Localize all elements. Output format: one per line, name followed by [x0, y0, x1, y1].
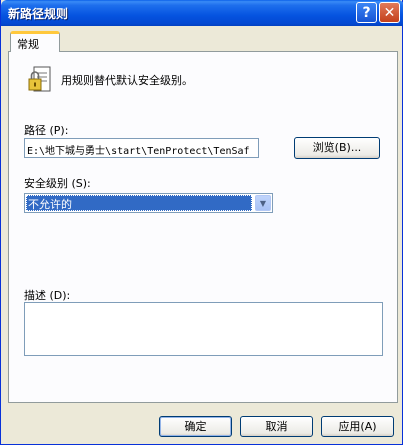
help-icon: ?: [362, 4, 371, 21]
security-level-label: 安全级别 (S):: [24, 177, 91, 190]
help-button[interactable]: ?: [356, 2, 377, 23]
security-level-select[interactable]: 不允许的 ▼: [24, 193, 273, 213]
description-label: 描述 (D):: [24, 289, 71, 302]
policy-document-lock-icon: [28, 66, 51, 92]
dialog-window: 新路径规则 ? ✕ 常规 用规则替代默认安全级别。 路径 (P): E:\地下城…: [0, 0, 403, 445]
security-level-value: 不允许的: [26, 195, 252, 211]
close-button[interactable]: ✕: [379, 2, 400, 23]
general-panel: 用规则替代默认安全级别。 路径 (P): E:\地下城与勇士\start\Ten…: [8, 51, 398, 403]
browse-button[interactable]: 浏览(B)...: [294, 137, 380, 159]
title-bar[interactable]: 新路径规则 ? ✕: [1, 0, 403, 26]
chevron-down-icon[interactable]: ▼: [255, 195, 271, 211]
window-title: 新路径规则: [8, 7, 69, 21]
policy-description-text: 用规则替代默认安全级别。: [61, 74, 193, 87]
apply-button[interactable]: 应用(A): [321, 416, 394, 437]
close-icon: ✕: [383, 4, 396, 21]
tab-general-label: 常规: [17, 38, 39, 51]
ok-button[interactable]: 确定: [159, 416, 232, 437]
path-input[interactable]: E:\地下城与勇士\start\TenProtect\TenSaf: [24, 138, 259, 158]
description-textarea[interactable]: [24, 302, 383, 356]
path-label: 路径 (P):: [24, 124, 69, 137]
tab-general[interactable]: 常规: [10, 31, 60, 52]
cancel-button[interactable]: 取消: [240, 416, 313, 437]
